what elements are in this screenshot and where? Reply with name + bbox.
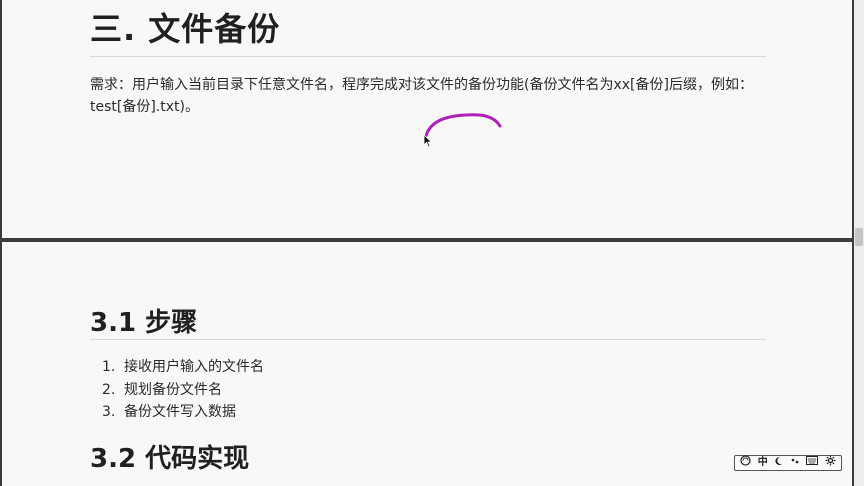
- punctuation-icon[interactable]: [790, 456, 800, 471]
- section-title: 三. 文件备份: [90, 10, 281, 48]
- pen-annotation-path: [424, 113, 502, 138]
- list-item-number: 2.: [102, 381, 116, 398]
- ime-language-toggle[interactable]: 中: [758, 456, 768, 470]
- code-heading: 3.2 代码实现: [90, 444, 250, 474]
- steps-heading-divider: [90, 339, 766, 340]
- vertical-scrollbar[interactable]: [854, 0, 864, 486]
- list-item: 2. 规划备份文件名: [102, 379, 264, 402]
- steps-heading: 3.1 步骤: [90, 308, 198, 338]
- list-item: 3. 备份文件写入数据: [102, 401, 264, 424]
- ime-toolbar[interactable]: 中: [734, 455, 842, 471]
- pen-annotation-stroke: [424, 113, 502, 138]
- document-page-2: 3.1 步骤 1. 接收用户输入的文件名 2. 规划备份文件名 3. 备份文件写入数据…: [0, 242, 852, 486]
- list-item-number: 3.: [102, 404, 116, 420]
- list-item-text: 规划备份文件名: [124, 381, 222, 398]
- scrollbar-thumb[interactable]: [855, 228, 863, 246]
- steps-list: 1. 接收用户输入的文件名 2. 规划备份文件名 3. 备份文件写入数据: [102, 356, 264, 424]
- list-item-number: 1.: [102, 359, 116, 375]
- mouse-cursor-icon: [423, 134, 433, 148]
- list-item: 1. 接收用户输入的文件名: [102, 356, 264, 379]
- gear-icon[interactable]: [825, 455, 836, 471]
- moon-icon[interactable]: [774, 456, 783, 471]
- list-item-text: 接收用户输入的文件名: [124, 359, 264, 375]
- ime-logo-icon[interactable]: [740, 455, 751, 471]
- keyboard-icon[interactable]: [806, 456, 819, 470]
- document-page-1: 三. 文件备份 需求：用户输入当前目录下任意文件名，程序完成对该文件的备份功能(…: [0, 0, 852, 238]
- title-divider: [90, 56, 766, 57]
- list-item-text: 备份文件写入数据: [124, 404, 236, 420]
